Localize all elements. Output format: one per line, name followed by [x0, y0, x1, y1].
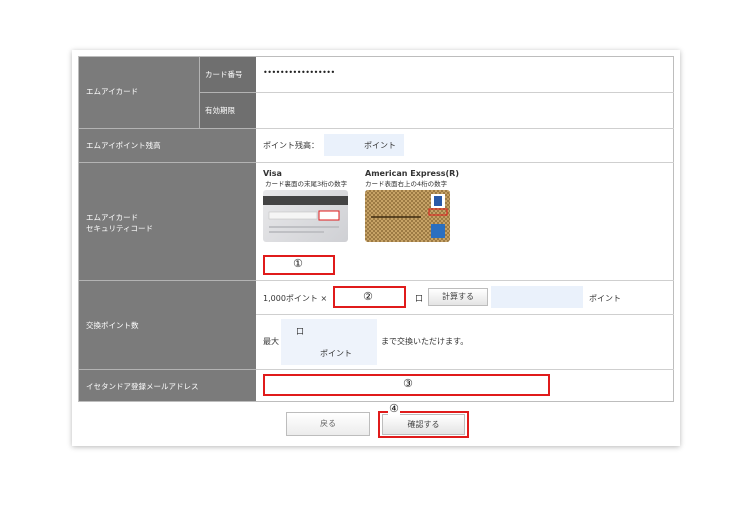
calculate-button[interactable]: 計算する [428, 288, 488, 306]
exchange-unit-label: 口 [415, 294, 423, 303]
max-label: 最大 [263, 337, 279, 346]
expiry-label: 有効期限 [205, 106, 235, 115]
marker-3: ③ [403, 377, 413, 390]
visa-card-back-graphic [263, 196, 348, 233]
card-number-label: カード番号 [205, 70, 243, 79]
row-divider [256, 162, 674, 163]
exchange-header-label: 交換ポイント数 [86, 321, 139, 330]
row-divider [256, 369, 674, 370]
visa-title: Visa [263, 169, 282, 178]
row-divider [256, 314, 674, 315]
amex-title: American Express(R) [365, 169, 459, 178]
confirm-button[interactable]: 確認する [382, 414, 465, 435]
header-divider [79, 369, 256, 370]
header-divider [79, 162, 256, 163]
max-units-point: ポイント [320, 349, 352, 358]
header-divider [200, 92, 256, 93]
card-header-label: エムアイカード [86, 87, 139, 96]
card-number-value: ••••••••••••••••• [263, 68, 335, 77]
amex-card-image [365, 190, 450, 242]
amex-card-front-graphic [365, 190, 450, 242]
points-header-label: エムアイポイント残高 [86, 141, 161, 150]
row-divider [256, 280, 674, 281]
security-header-label-2: セキュリティコード [86, 224, 154, 233]
email-header-label: イセタンドア登録メールアドレス [86, 382, 199, 391]
security-header-label-1: エムアイカード [86, 213, 139, 222]
header-divider [79, 280, 256, 281]
max-units-kou: 口 [296, 327, 304, 336]
visa-caption: カード裏面の末尾3桁の数字 [265, 180, 348, 188]
row-divider [256, 128, 674, 129]
row-divider [256, 92, 674, 93]
max-suffix-text: まで交換いただけます。 [381, 337, 469, 346]
amex-caption: カード表面右上の4桁の数字 [365, 180, 448, 188]
points-balance-label: ポイント残高： [263, 141, 319, 150]
header-divider [79, 128, 256, 129]
calculated-points-unit: ポイント [589, 294, 621, 303]
marker-2: ② [363, 290, 373, 303]
visa-card-image [263, 190, 348, 242]
points-balance-unit: ポイント [364, 141, 396, 150]
calculated-points-field [491, 286, 583, 308]
marker-1: ① [293, 257, 303, 270]
header-divider [199, 57, 200, 128]
form-panel: エムアイカード カード番号 有効期限 エムアイポイント残高 エムアイカード セキ… [72, 50, 680, 446]
marker-4: ④ [388, 402, 400, 415]
exchange-multiplier-text: 1,000ポイント × [263, 294, 328, 303]
back-button[interactable]: 戻る [286, 412, 370, 436]
